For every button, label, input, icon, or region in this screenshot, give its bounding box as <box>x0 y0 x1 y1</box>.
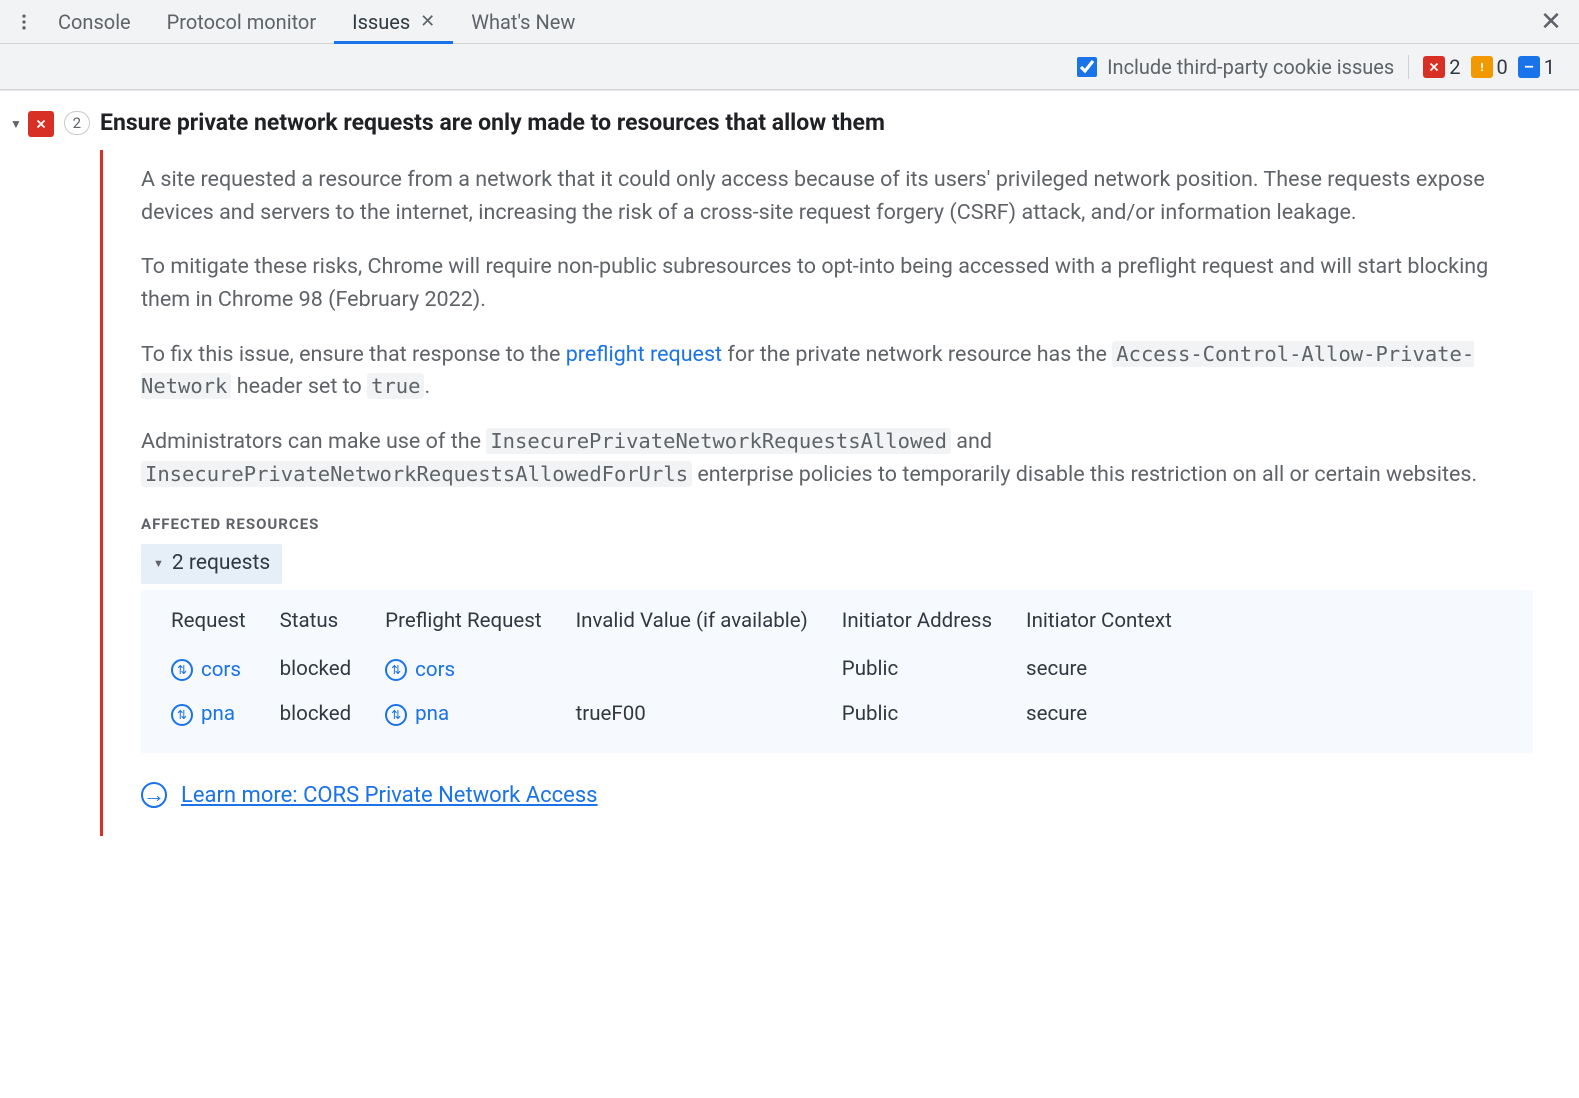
warning-count[interactable]: 0 <box>1471 55 1508 79</box>
requests-table: Request Status Preflight Request Invalid… <box>141 590 1533 753</box>
include-third-party-cookies-checkbox[interactable] <box>1077 57 1097 77</box>
close-panel-button[interactable]: ✕ <box>1531 0 1571 43</box>
request-link[interactable]: ⇅ pna <box>171 699 235 730</box>
tab-list: Console Protocol monitor Issues ✕ What's… <box>40 0 593 43</box>
issue-title[interactable]: Ensure private network requests are only… <box>100 109 1559 136</box>
policy-code: InsecurePrivateNetworkRequestsAllowed <box>486 428 951 454</box>
col-request: Request <box>159 600 268 647</box>
initiator-context-cell: secure <box>1014 692 1194 737</box>
issue-paragraph: Administrators can make use of the Insec… <box>141 426 1533 491</box>
warning-count-value: 0 <box>1497 55 1508 79</box>
preflight-request-link[interactable]: preflight request <box>566 342 722 367</box>
initiator-context-cell: secure <box>1014 647 1194 692</box>
header-value-code: true <box>367 373 424 399</box>
chevron-down-icon: ▼ <box>153 556 164 573</box>
col-initiator-address: Initiator Address <box>830 600 1014 647</box>
initiator-address-cell: Public <box>830 647 1014 692</box>
issue-paragraph: To fix this issue, ensure that response … <box>141 339 1533 404</box>
requests-chip-label: 2 requests <box>172 548 270 580</box>
info-icon <box>1518 56 1540 78</box>
affected-resources-heading: AFFECTED RESOURCES <box>141 513 1533 536</box>
error-count[interactable]: 2 <box>1423 55 1460 79</box>
invalid-value-cell: trueF00 <box>564 692 830 737</box>
issue-paragraph: To mitigate these risks, Chrome will req… <box>141 251 1533 316</box>
info-count-value: 1 <box>1544 55 1555 79</box>
status-cell: blocked <box>268 647 374 692</box>
issue-paragraph: A site requested a resource from a netwo… <box>141 164 1533 229</box>
network-icon: ⇅ <box>171 659 193 681</box>
tabstrip: Console Protocol monitor Issues ✕ What's… <box>0 0 1579 44</box>
col-preflight: Preflight Request <box>373 600 563 647</box>
tab-label: Protocol monitor <box>167 10 316 34</box>
issue-count-pill: 2 <box>64 111 90 135</box>
error-icon <box>1423 56 1445 78</box>
preflight-link[interactable]: ⇅ cors <box>385 655 455 686</box>
issues-toolbar: Include third-party cookie issues 2 0 1 <box>0 44 1579 90</box>
tab-label: Console <box>58 10 131 34</box>
issue-detail: A site requested a resource from a netwo… <box>100 150 1559 836</box>
table-row: ⇅ pna blocked ⇅ pna <box>159 692 1194 737</box>
table-header-row: Request Status Preflight Request Invalid… <box>159 600 1194 647</box>
tab-whats-new[interactable]: What's New <box>453 0 593 43</box>
col-status: Status <box>268 600 374 647</box>
tab-console[interactable]: Console <box>40 0 149 43</box>
request-link[interactable]: ⇅ cors <box>171 655 241 686</box>
issue-body: Ensure private network requests are only… <box>100 109 1559 836</box>
tab-protocol-monitor[interactable]: Protocol monitor <box>149 0 334 43</box>
error-count-value: 2 <box>1449 55 1460 79</box>
info-count[interactable]: 1 <box>1518 55 1555 79</box>
learn-more-row: → Learn more: CORS Private Network Acces… <box>141 779 1533 812</box>
col-initiator-context: Initiator Context <box>1014 600 1194 647</box>
warning-icon <box>1471 56 1493 78</box>
tab-label: What's New <box>471 10 575 34</box>
initiator-address-cell: Public <box>830 692 1014 737</box>
network-icon: ⇅ <box>385 659 407 681</box>
status-cell: blocked <box>268 692 374 737</box>
table-row: ⇅ cors blocked ⇅ cors <box>159 647 1194 692</box>
divider <box>1408 55 1409 79</box>
col-invalid: Invalid Value (if available) <box>564 600 830 647</box>
error-icon <box>28 111 54 137</box>
network-icon: ⇅ <box>171 704 193 726</box>
policy-code: InsecurePrivateNetworkRequestsAllowedFor… <box>141 461 692 487</box>
close-icon[interactable]: ✕ <box>420 11 435 32</box>
issues-list[interactable]: ▼ 2 Ensure private network requests are … <box>0 90 1579 1098</box>
invalid-value-cell <box>564 647 830 692</box>
collapse-toggle[interactable]: ▼ <box>10 117 22 131</box>
include-third-party-cookies-label: Include third-party cookie issues <box>1107 55 1394 79</box>
learn-more-link[interactable]: Learn more: CORS Private Network Access <box>181 779 598 812</box>
tab-label: Issues <box>352 10 410 34</box>
preflight-link[interactable]: ⇅ pna <box>385 699 449 730</box>
arrow-right-icon: → <box>141 782 167 808</box>
issue-gutter: ▼ 2 <box>10 109 100 836</box>
more-menu-button[interactable] <box>8 0 40 43</box>
requests-expand-toggle[interactable]: ▼ 2 requests <box>141 544 282 584</box>
tab-issues[interactable]: Issues ✕ <box>334 0 453 43</box>
issue-item: ▼ 2 Ensure private network requests are … <box>0 109 1579 836</box>
network-icon: ⇅ <box>385 704 407 726</box>
